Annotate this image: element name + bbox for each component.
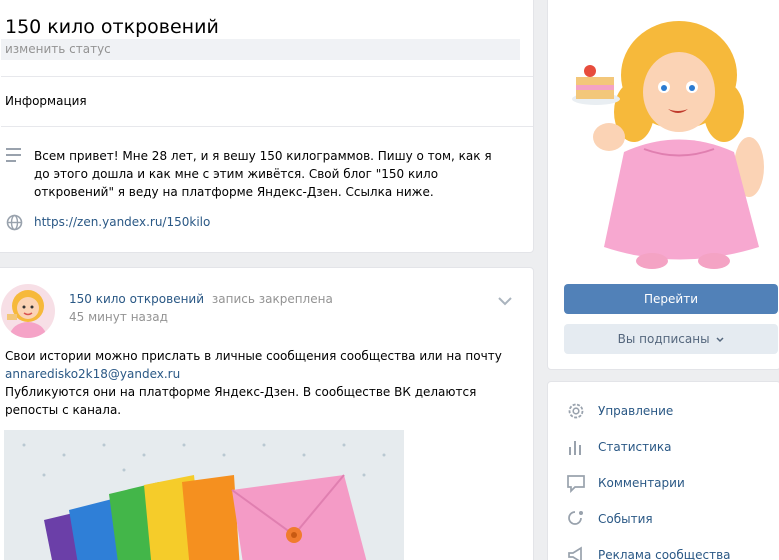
menu-item-manage[interactable]: Управление	[564, 401, 774, 423]
comments-icon	[567, 475, 585, 493]
about-text: Всем привет! Мне 28 лет, и я вешу 150 ки…	[34, 149, 492, 199]
description-icon	[6, 148, 21, 162]
chevron-down-icon	[716, 336, 724, 342]
email-link[interactable]: annaredisko2k18@yandex.ru	[5, 365, 525, 383]
management-menu: Управление Статистика Комментарии Событи…	[547, 381, 779, 560]
menu-item-ads[interactable]: Реклама сообщества	[564, 545, 774, 560]
website-link[interactable]: https://zen.yandex.ru/150kilo	[34, 215, 210, 229]
events-icon	[568, 511, 583, 525]
page-title: 150 кило откровений	[5, 16, 219, 38]
subscribed-label: Вы подписаны	[617, 332, 710, 346]
post-time[interactable]: 45 минут назад	[69, 310, 168, 324]
status-input[interactable]: изменить статус	[1, 39, 520, 60]
stats-icon	[569, 441, 581, 455]
community-info-card: 150 кило откровений изменить статус Инфо…	[0, 0, 534, 253]
post-text-line: Публикуются они на платформе Яндекс-Дзен…	[5, 385, 477, 417]
info-section-title[interactable]: Информация	[5, 94, 87, 108]
subscribed-button[interactable]: Вы подписаны	[564, 324, 778, 354]
gear-icon	[568, 403, 584, 419]
divider	[1, 76, 533, 77]
menu-item-events[interactable]: События	[564, 509, 774, 531]
post-author[interactable]: 150 кило откровений	[69, 292, 204, 306]
menu-item-label: Комментарии	[598, 476, 685, 490]
post-image[interactable]	[4, 430, 404, 560]
go-button[interactable]: Перейти	[564, 284, 778, 314]
globe-icon	[6, 214, 23, 231]
divider	[1, 126, 533, 127]
pinned-post: 150 кило откровений запись закреплена 45…	[0, 267, 534, 560]
menu-item-label: Реклама сообщества	[598, 548, 731, 560]
community-avatar[interactable]	[564, 17, 766, 274]
chevron-down-icon[interactable]	[497, 296, 513, 306]
avatar[interactable]	[1, 284, 55, 338]
menu-item-label: События	[598, 512, 653, 526]
menu-item-stats[interactable]: Статистика	[564, 437, 774, 459]
post-text-line: Свои истории можно прислать в личные соо…	[5, 349, 502, 363]
post-text: Свои истории можно прислать в личные соо…	[5, 347, 525, 419]
post-action: запись закреплена	[211, 292, 333, 306]
post-author-line: 150 кило откровений запись закреплена	[69, 292, 333, 306]
community-avatar-card: Перейти Вы подписаны	[547, 0, 779, 370]
megaphone-icon	[568, 546, 582, 560]
menu-item-comments[interactable]: Комментарии	[564, 473, 774, 495]
menu-item-label: Статистика	[598, 440, 672, 454]
menu-item-label: Управление	[598, 404, 674, 418]
